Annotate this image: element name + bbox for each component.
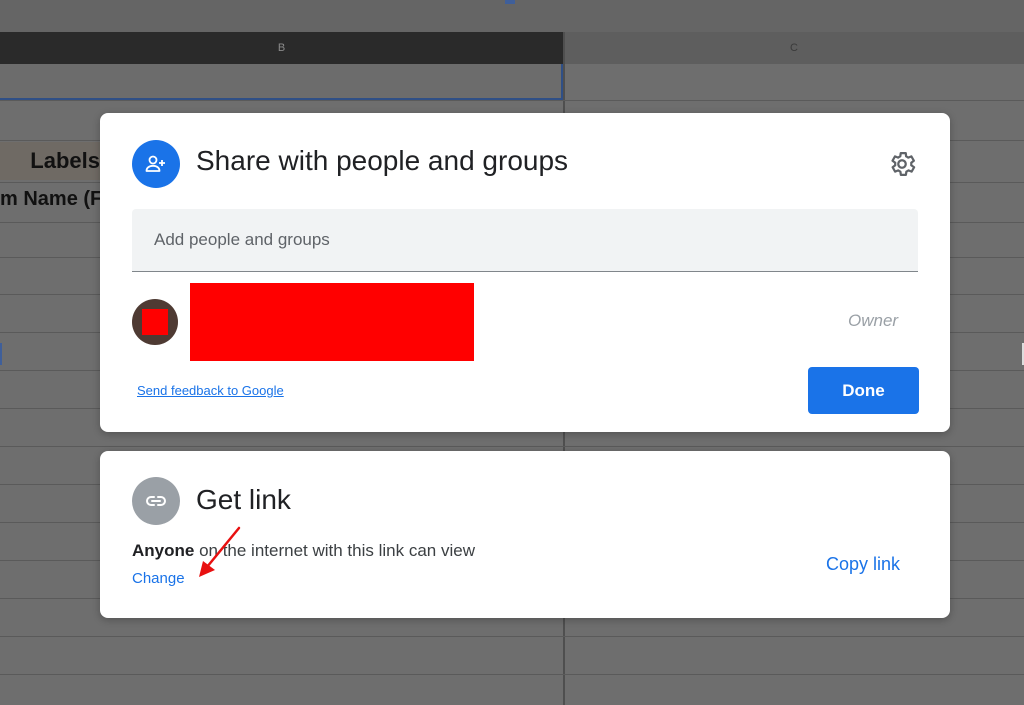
cell-name[interactable]: m Name (F	[0, 188, 100, 220]
avatar-redaction	[142, 309, 168, 335]
access-scope: Anyone	[132, 541, 195, 560]
link-icon	[132, 477, 180, 525]
selection-edge	[0, 343, 5, 365]
owner-name-redaction	[190, 283, 474, 361]
row-line	[0, 100, 1024, 101]
cell-labels[interactable]: Labels	[0, 142, 100, 180]
toolbar-strip	[0, 0, 1024, 32]
column-header-b[interactable]: B	[0, 32, 563, 64]
selection-edge-right	[1019, 343, 1024, 365]
avatar	[132, 299, 178, 345]
gear-icon[interactable]	[887, 149, 917, 179]
row-line	[0, 674, 1024, 675]
add-people-field[interactable]	[132, 209, 918, 272]
owner-role-label: Owner	[848, 311, 899, 330]
get-link-title: Get link	[196, 484, 291, 515]
column-header-c[interactable]: C	[564, 32, 1024, 64]
row-line	[0, 636, 1024, 637]
selected-cell-row[interactable]	[0, 64, 563, 100]
change-access-link[interactable]: Change	[132, 570, 185, 587]
cell-labels-text: Labels	[30, 148, 100, 173]
selection-handle	[505, 0, 515, 4]
done-button[interactable]: Done	[808, 367, 919, 414]
annotation-arrow-icon	[199, 526, 241, 577]
row-line	[0, 446, 1024, 447]
share-dialog-title: Share with people and groups	[196, 145, 569, 176]
copy-link-button[interactable]: Copy link	[826, 554, 900, 575]
send-feedback-link[interactable]: Send feedback to Google	[137, 383, 284, 398]
share-dialog: Share with people and groups Owner Send …	[100, 113, 950, 432]
person-add-icon	[132, 140, 180, 188]
add-people-input[interactable]	[132, 209, 918, 271]
link-access-description: Anyone on the internet with this link ca…	[132, 541, 475, 561]
